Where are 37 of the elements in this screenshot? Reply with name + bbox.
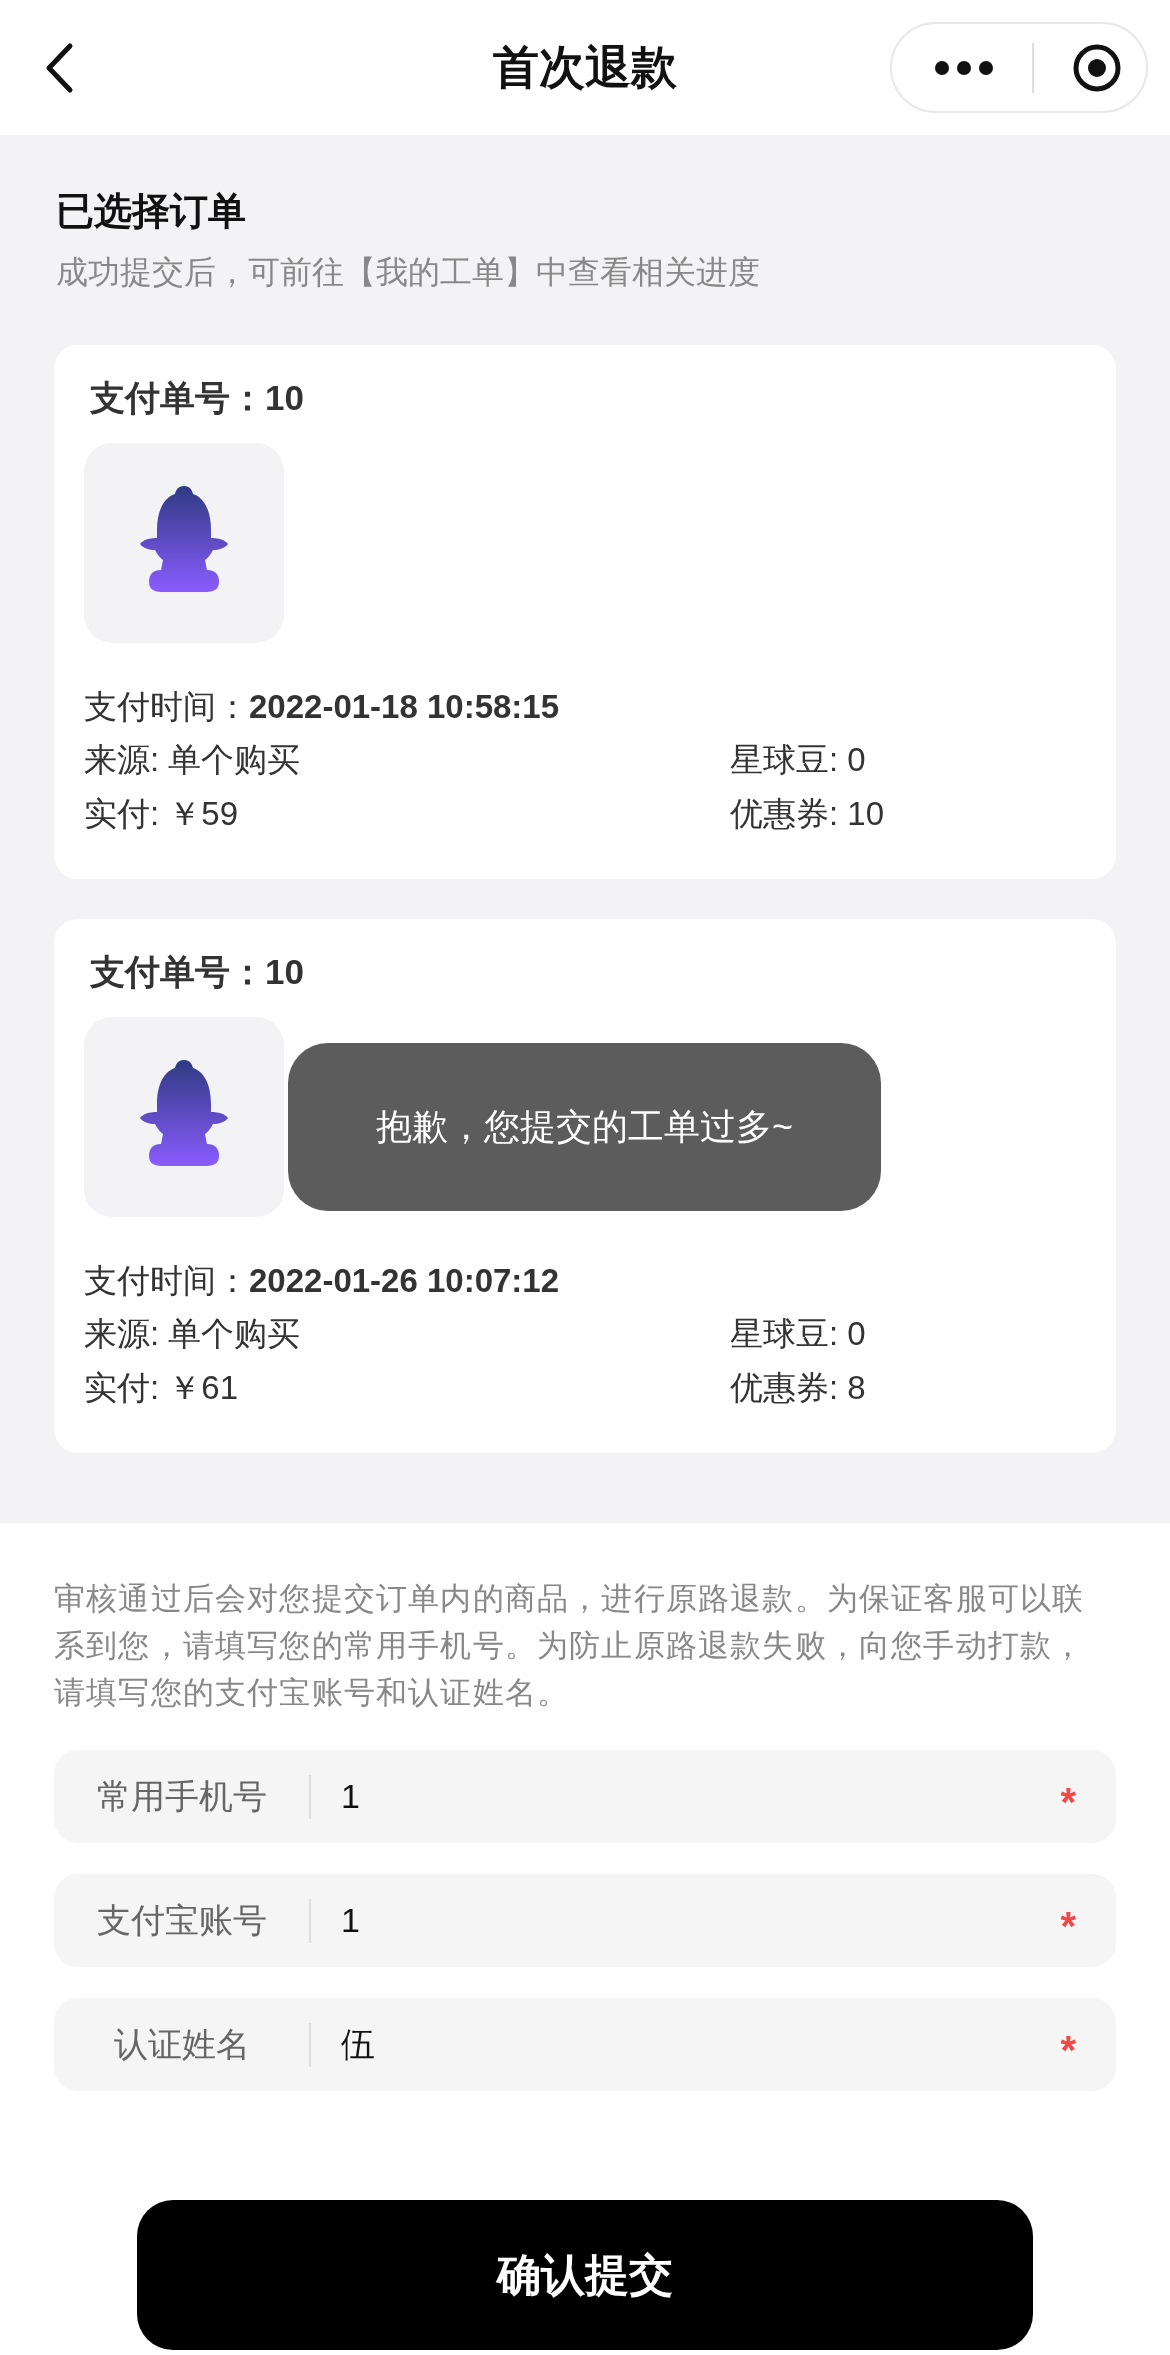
beans-text: 星球豆: 0: [730, 1314, 867, 1354]
toast-message: 抱歉，您提交的工单过多~: [288, 1043, 881, 1211]
form-field[interactable]: 支付宝账号 1 *: [54, 1874, 1116, 1967]
submit-button[interactable]: 确认提交: [137, 2200, 1033, 2350]
input-field[interactable]: 1: [311, 1901, 1061, 1940]
field-label: 认证姓名: [112, 2023, 251, 2065]
close-icon[interactable]: [1072, 42, 1122, 93]
input-field[interactable]: 1: [311, 1777, 1061, 1816]
form-field[interactable]: 认证姓名 伍 *: [54, 1998, 1116, 2091]
order-number: 10: [265, 951, 304, 993]
back-icon[interactable]: [44, 42, 74, 94]
pay-time: 2022-01-26 10:07:12: [249, 1261, 560, 1301]
input-field[interactable]: 伍: [311, 2025, 1061, 2064]
order-number-label: 支付单号：: [90, 377, 265, 419]
field-label: 支付宝账号: [95, 1899, 268, 1941]
section-title: 已选择订单: [56, 189, 247, 234]
page-title: 首次退款: [493, 39, 677, 95]
notice-text: 审核通过后会对您提交订单内的商品，进行原路退款。为保证客服可以联系到您，请填写您的常用手机号。为防止原路退款失败，向您手动打款，请填写您的支付宝账号和认证姓名。: [54, 1580, 1086, 1712]
more-icon[interactable]: [934, 59, 994, 76]
pay-time-label: 支付时间：: [84, 687, 249, 727]
section-subtitle: 成功提交后，可前往【我的工单】中查看相关进度: [56, 253, 761, 292]
coupon-text: 优惠券: 8: [730, 1368, 867, 1408]
required-mark: *: [1060, 2026, 1076, 2070]
coupon-text: 优惠券: 10: [730, 794, 886, 834]
form-field[interactable]: 常用手机号 1 *: [54, 1750, 1116, 1843]
required-mark: *: [1060, 1778, 1076, 1822]
order-number: 10: [265, 377, 304, 419]
source-text: 来源: 单个购买: [84, 1314, 302, 1354]
beans-text: 星球豆: 0: [730, 740, 867, 780]
pay-time: 2022-01-18 10:58:15: [249, 687, 560, 727]
paid-amount: 实付: ￥61: [84, 1368, 240, 1408]
source-text: 来源: 单个购买: [84, 740, 302, 780]
order-number-label: 支付单号：: [90, 951, 265, 993]
required-mark: *: [1060, 1902, 1076, 1946]
pay-time-label: 支付时间：: [84, 1261, 249, 1301]
field-label: 常用手机号: [95, 1775, 268, 1817]
paid-amount: 实付: ￥59: [84, 794, 240, 834]
